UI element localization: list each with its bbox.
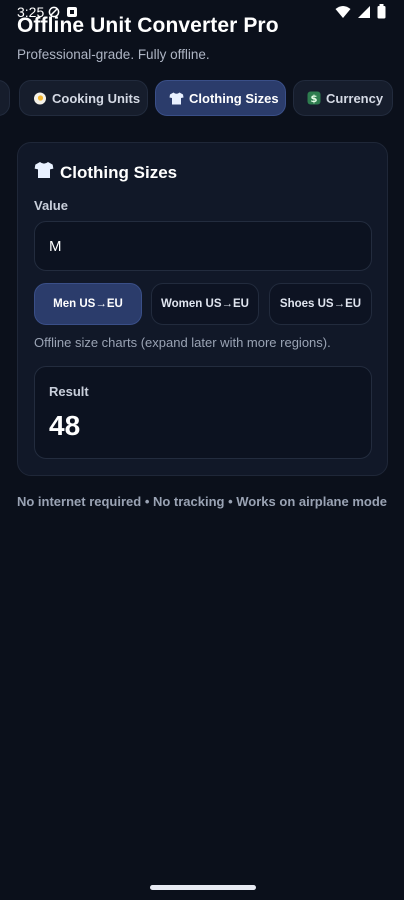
signal-icon <box>357 5 371 24</box>
chip-women-us-eu[interactable]: Women US→EU <box>151 283 259 325</box>
dollar-icon: $ <box>307 91 321 105</box>
footer-note: No internet required • No tracking • Wor… <box>16 494 388 509</box>
status-right-icons <box>335 4 386 24</box>
converter-card: Clothing Sizes Value Men US→EU Women US→… <box>17 142 388 476</box>
card-title: Clothing Sizes <box>34 161 177 184</box>
tab-label: Currency <box>326 90 384 106</box>
egg-icon <box>33 92 47 105</box>
card-title-text: Clothing Sizes <box>60 162 178 182</box>
tab-partial-left[interactable] <box>0 80 10 116</box>
result-value: 48 <box>49 410 81 441</box>
tab-cooking-units[interactable]: Cooking Units <box>19 80 148 116</box>
svg-text:$: $ <box>311 94 318 105</box>
value-label: Value <box>34 198 68 213</box>
tab-label: Cooking Units <box>52 90 141 106</box>
chip-shoes-us-eu[interactable]: Shoes US→EU <box>269 283 372 325</box>
tshirt-icon <box>169 92 184 105</box>
hint-text: Offline size charts (expand later with m… <box>34 335 331 350</box>
wifi-icon <box>335 5 351 24</box>
chip-men-us-eu[interactable]: Men US→EU <box>34 283 142 325</box>
battery-icon <box>377 4 386 24</box>
tab-clothing-sizes[interactable]: Clothing Sizes <box>155 80 286 116</box>
app-title: Offline Unit Converter Pro <box>17 14 279 37</box>
category-tabs: Cooking Units Clothing Sizes $ Currency <box>0 80 404 118</box>
tshirt-icon <box>34 161 54 184</box>
tab-label: Clothing Sizes <box>189 90 279 106</box>
result-box: Result 48 <box>34 366 372 459</box>
result-label: Result <box>49 384 89 399</box>
home-indicator[interactable] <box>150 885 256 890</box>
value-input[interactable] <box>34 221 372 271</box>
tab-currency[interactable]: $ Currency <box>293 80 393 116</box>
app-subtitle: Professional-grade. Fully offline. <box>17 47 210 62</box>
